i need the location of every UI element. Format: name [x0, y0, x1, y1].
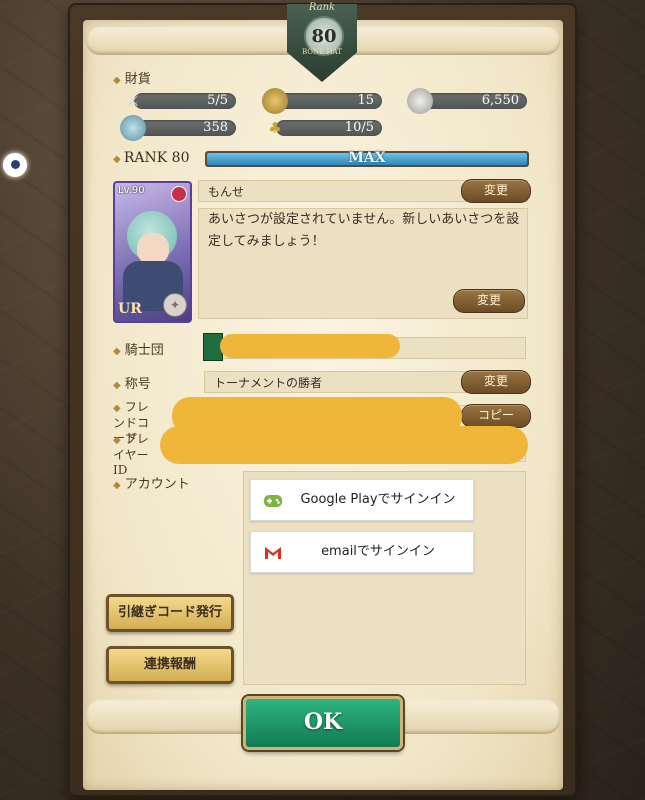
- email-signin-label: emailでサインイン: [321, 544, 435, 559]
- stamina-counter: ⚔ 5/5: [120, 91, 236, 111]
- seed-icon: ♣: [268, 119, 282, 137]
- badge-rank-label: Rank: [308, 2, 336, 13]
- title-label: ◆ 称号: [113, 377, 151, 392]
- seed-counter: ♣ 10/5: [262, 118, 382, 138]
- name-change-button[interactable]: 変更: [461, 179, 531, 203]
- gmail-icon: [265, 547, 281, 559]
- silver-coin-icon: [407, 88, 433, 114]
- rank-progress-bar: MAX: [205, 150, 529, 167]
- player-name: もんせ: [208, 185, 245, 199]
- account-label: ◆ アカウント: [113, 477, 190, 492]
- email-signin-button[interactable]: emailでサインイン: [250, 531, 474, 573]
- ok-button[interactable]: OK: [243, 696, 403, 750]
- rank-label: ◆ RANK 80: [113, 150, 190, 166]
- side-orb-icon[interactable]: [3, 153, 27, 177]
- gem-counter: 358: [120, 115, 236, 141]
- transfer-code-button[interactable]: 引継ぎコード発行: [106, 594, 234, 632]
- gem-icon: [120, 115, 146, 141]
- currency-section-label: ◆ 財貨: [113, 72, 151, 87]
- rarity-label: UR: [118, 301, 142, 317]
- copy-button[interactable]: コピー: [461, 404, 531, 428]
- knights-label: ◆ 騎士団: [113, 343, 164, 358]
- rank-max-label: MAX: [348, 150, 386, 166]
- gold-coin-counter: 15: [262, 88, 382, 114]
- title-value: トーナメントの勝者: [214, 376, 323, 390]
- title-change-button[interactable]: 変更: [461, 370, 531, 394]
- redaction-mark: [160, 426, 528, 464]
- rank-badge: Rank 80 BONE HAT: [281, 0, 363, 86]
- greeting-change-button[interactable]: 変更: [453, 289, 525, 313]
- link-reward-button[interactable]: 連携報酬: [106, 646, 234, 684]
- redaction-mark: [220, 334, 400, 358]
- gold-coin-icon: [262, 88, 288, 114]
- crest-icon: ✦: [163, 293, 187, 317]
- google-play-signin-label: Google Playでサインイン: [300, 492, 456, 507]
- greeting-text: あいさつが設定されていません。新しいあいさつを設定してみましょう！: [208, 212, 520, 249]
- badge-ribbon: BONE HAT: [302, 48, 342, 56]
- element-icon: [171, 186, 187, 202]
- silver-coin-counter: 6,550: [407, 88, 527, 114]
- character-level: Lv.90: [118, 185, 145, 196]
- player-id-label: ◆ プレイヤーID: [113, 432, 149, 477]
- google-play-signin-button[interactable]: Google Playでサインイン: [250, 479, 474, 521]
- sword-icon: ⚔: [126, 92, 140, 110]
- gamepad-icon: [264, 495, 282, 507]
- character-card[interactable]: Lv.90 UR ✦: [113, 181, 192, 323]
